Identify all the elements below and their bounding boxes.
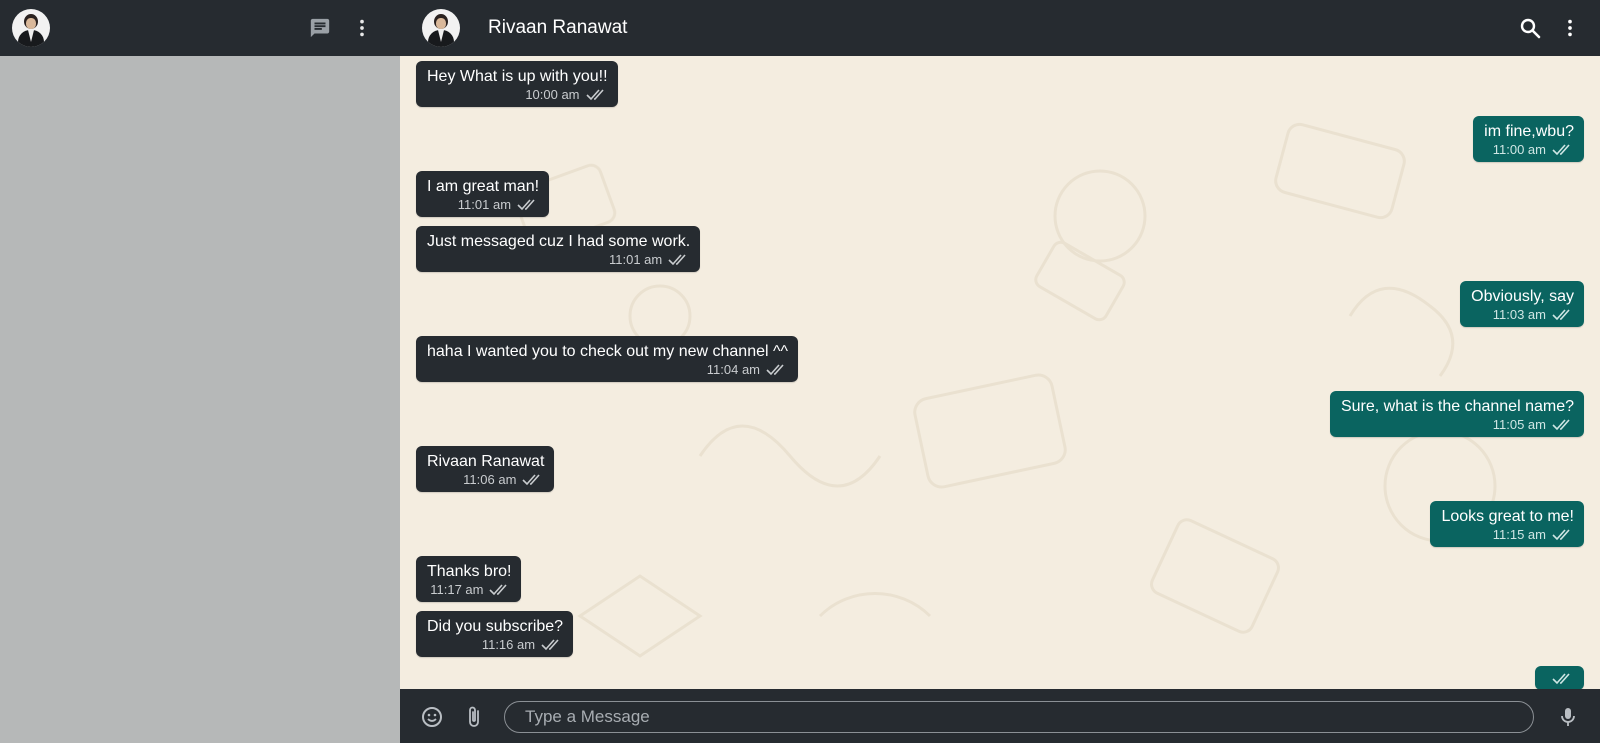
incoming-message[interactable]: Did you subscribe? 11:16 am (416, 611, 574, 657)
chat-header: Rivaan Ranawat (400, 0, 1600, 56)
message-time: 11:01 am (457, 197, 512, 212)
more-vert-icon[interactable] (1558, 16, 1582, 40)
message-time: 11:06 am (463, 472, 517, 487)
message-text: Looks great to me! (1441, 508, 1574, 525)
read-receipt-icon (1552, 528, 1574, 541)
read-receipt-icon (1552, 673, 1574, 685)
message-time: 11:03 am (1492, 307, 1546, 322)
message-time: 11:05 am (1492, 417, 1546, 432)
message-text: Sure, what is the channel name? (1340, 398, 1574, 415)
message-meta: 11:00 am (1484, 142, 1574, 157)
message-time: 11:15 am (1492, 527, 1546, 542)
read-receipt-icon (541, 638, 563, 651)
message-meta: 11:16 am (427, 637, 563, 652)
message-text: Obviously, say (1471, 288, 1574, 305)
message-meta (1546, 673, 1574, 685)
read-receipt-icon (1552, 418, 1574, 431)
message-list[interactable]: Hey What is up with you!! 10:00 am im fine… (400, 56, 1600, 689)
incoming-message[interactable]: Rivaan Ranawat 11:06 am (416, 446, 555, 492)
outgoing-message[interactable] (1535, 666, 1584, 689)
read-receipt-icon (522, 473, 544, 486)
read-receipt-icon (668, 253, 690, 266)
message-text: Rivaan Ranawat (427, 453, 545, 470)
search-icon[interactable] (1518, 16, 1542, 40)
message-text: Just messaged cuz I had some work. (427, 233, 691, 250)
incoming-message[interactable]: Hey What is up with you!! 10:00 am (416, 61, 618, 107)
message-time: 11:04 am (706, 362, 761, 377)
message-meta: 11:01 am (427, 252, 690, 267)
message-time: 11:00 am (1492, 142, 1546, 157)
chat-list-sidebar (0, 0, 400, 743)
read-receipt-icon (1552, 308, 1574, 321)
message-composer (400, 689, 1600, 743)
message-text: Did you subscribe? (427, 618, 564, 635)
read-receipt-icon (489, 583, 511, 596)
message-meta: 10:00 am (427, 87, 608, 102)
emoji-icon[interactable] (420, 705, 444, 729)
incoming-message[interactable]: Thanks bro! 11:17 am (416, 556, 522, 602)
incoming-message[interactable]: Just messaged cuz I had some work. 11:01 … (416, 226, 701, 272)
contact-name[interactable]: Rivaan Ranawat (488, 17, 627, 39)
message-meta: 11:05 am (1341, 417, 1574, 432)
message-icon[interactable] (308, 16, 332, 40)
message-text: im fine,wbu? (1484, 123, 1574, 140)
outgoing-message[interactable]: Sure, what is the channel name? 11:05 am (1329, 391, 1584, 437)
more-vert-icon[interactable] (350, 16, 374, 40)
read-receipt-icon (766, 363, 788, 376)
message-meta: 11:03 am (1471, 307, 1574, 322)
message-text: I am great man! (427, 178, 540, 195)
message-meta: 11:01 am (427, 197, 539, 212)
incoming-message[interactable]: haha I wanted you to check out my new ch… (416, 336, 799, 382)
message-text: Thanks bro! (427, 563, 512, 580)
message-text: Hey What is up with you!! (427, 68, 608, 85)
mic-icon[interactable] (1556, 705, 1580, 729)
chat-panel: Rivaan Ranawat Hey What is up with you!!… (400, 0, 1600, 743)
message-input[interactable] (504, 701, 1534, 733)
read-receipt-icon (585, 88, 608, 101)
message-time: 11:16 am (481, 637, 536, 652)
user-avatar[interactable] (12, 9, 50, 47)
message-meta: 11:04 am (427, 362, 788, 377)
outgoing-message[interactable]: Looks great to me! 11:15 am (1430, 501, 1584, 547)
contact-avatar[interactable] (422, 9, 460, 47)
message-meta: 11:06 am (427, 472, 544, 487)
message-time: 11:01 am (608, 252, 663, 267)
incoming-message[interactable]: I am great man! 11:01 am (416, 171, 550, 217)
message-text: haha I wanted you to check out my new ch… (427, 343, 789, 360)
message-meta: 11:15 am (1441, 527, 1574, 542)
attach-icon[interactable] (462, 705, 486, 729)
outgoing-message[interactable]: im fine,wbu? 11:00 am (1473, 116, 1584, 162)
message-time: 10:00 am (525, 87, 580, 102)
message-meta: 11:17 am (427, 582, 511, 597)
outgoing-message[interactable]: Obviously, say 11:03 am (1460, 281, 1584, 327)
read-receipt-icon (517, 198, 539, 211)
sidebar-header (0, 0, 400, 56)
read-receipt-icon (1552, 143, 1574, 156)
message-time: 11:17 am (430, 582, 484, 597)
